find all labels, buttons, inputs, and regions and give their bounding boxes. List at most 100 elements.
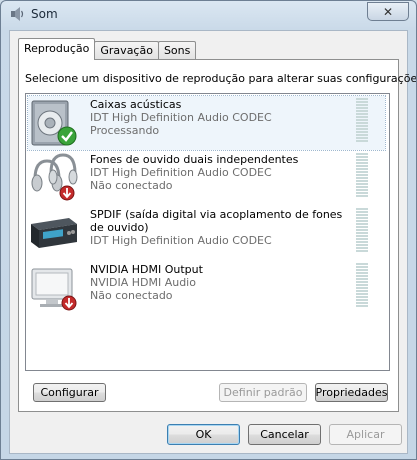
meter-segment bbox=[356, 211, 368, 213]
meter-segment bbox=[356, 162, 368, 164]
meter-segment bbox=[356, 137, 368, 139]
default-checkmark-icon bbox=[57, 126, 77, 146]
meter-segments bbox=[356, 263, 368, 307]
meter-segment bbox=[356, 223, 368, 225]
meter-segment bbox=[356, 272, 368, 274]
meter-segment bbox=[356, 214, 368, 216]
meter-segment bbox=[356, 186, 368, 188]
device-name: NVIDIA HDMI Output bbox=[90, 263, 203, 276]
device-status: Não conectado bbox=[90, 179, 173, 192]
tab-recording[interactable]: Gravação bbox=[94, 41, 159, 60]
device-driver: IDT High Definition Audio CODEC bbox=[90, 111, 272, 124]
device-item[interactable]: Fones de ouvido duais independentes IDT … bbox=[28, 151, 385, 205]
meter-segment bbox=[356, 101, 368, 103]
meter-segment bbox=[356, 235, 368, 237]
meter-segment bbox=[356, 159, 368, 161]
monitor-icon bbox=[31, 268, 77, 311]
meter-segment bbox=[356, 153, 368, 155]
volume-meter bbox=[355, 153, 369, 199]
tab-strip: Reprodução Gravação Sons bbox=[18, 38, 197, 60]
device-name: SPDIF (saída digital via acoplamento de … bbox=[90, 208, 343, 234]
device-name: Fones de ouvido duais independentes bbox=[90, 153, 299, 166]
device-item[interactable]: NVIDIA HDMI Output NVIDIA HDMI Audio Não… bbox=[28, 261, 385, 315]
dialog-client-area: Reprodução Gravação Sons Selecione um di… bbox=[9, 30, 416, 454]
playback-panel: Selecione um dispositivo de reprodução p… bbox=[18, 59, 416, 412]
device-name: Caixas acústicas bbox=[90, 98, 182, 111]
title-bar[interactable]: Som ✕ bbox=[1, 1, 416, 27]
meter-segment bbox=[356, 305, 368, 307]
speaker-icon bbox=[31, 100, 77, 146]
meter-segment bbox=[356, 131, 368, 133]
meter-segment bbox=[356, 107, 368, 109]
instruction-text: Selecione um dispositivo de reprodução p… bbox=[25, 72, 417, 85]
volume-meter bbox=[355, 263, 369, 309]
meter-segment bbox=[356, 177, 368, 179]
meter-segment bbox=[356, 116, 368, 118]
meter-segment bbox=[356, 171, 368, 173]
meter-segment bbox=[356, 217, 368, 219]
sound-dialog: Som ✕ Reprodução Gravação Sons Selecione… bbox=[0, 0, 417, 460]
playback-device-list[interactable]: Caixas acústicas IDT High Definition Aud… bbox=[25, 93, 390, 371]
meter-segment bbox=[356, 244, 368, 246]
meter-segment bbox=[356, 192, 368, 194]
meter-segment bbox=[356, 125, 368, 127]
disconnected-arrow-icon bbox=[61, 295, 77, 311]
meter-segment bbox=[356, 140, 368, 142]
meter-segment bbox=[356, 275, 368, 277]
volume-meter bbox=[355, 98, 369, 144]
volume-meter bbox=[355, 208, 369, 254]
meter-segment bbox=[356, 110, 368, 112]
meter-segment bbox=[356, 293, 368, 295]
meter-segment bbox=[356, 269, 368, 271]
meter-segment bbox=[356, 287, 368, 289]
meter-segments bbox=[356, 208, 368, 252]
meter-segment bbox=[356, 168, 368, 170]
meter-segment bbox=[356, 189, 368, 191]
meter-segment bbox=[356, 238, 368, 240]
meter-segment bbox=[356, 122, 368, 124]
apply-button[interactable]: Aplicar bbox=[329, 424, 402, 445]
device-status: Não conectado bbox=[90, 289, 173, 302]
meter-segment bbox=[356, 247, 368, 249]
set-default-button[interactable]: Definir padrão bbox=[219, 383, 307, 402]
close-button[interactable]: ✕ bbox=[367, 2, 409, 21]
meter-segment bbox=[356, 128, 368, 130]
meter-segment bbox=[356, 208, 368, 210]
ok-button[interactable]: OK bbox=[167, 424, 240, 445]
meter-segment bbox=[356, 183, 368, 185]
meter-segment bbox=[356, 263, 368, 265]
meter-segment bbox=[356, 165, 368, 167]
device-driver: IDT High Definition Audio CODEC bbox=[90, 234, 272, 247]
tab-sounds[interactable]: Sons bbox=[157, 41, 197, 60]
meter-segment bbox=[356, 119, 368, 121]
meter-segments bbox=[356, 153, 368, 197]
disconnected-arrow-icon bbox=[59, 185, 75, 201]
device-item[interactable]: Caixas acústicas IDT High Definition Aud… bbox=[27, 95, 386, 151]
properties-button[interactable]: Propriedades bbox=[315, 383, 388, 402]
meter-segment bbox=[356, 302, 368, 304]
meter-segment bbox=[356, 220, 368, 222]
meter-segment bbox=[356, 98, 368, 100]
meter-segment bbox=[356, 299, 368, 301]
meter-segment bbox=[356, 174, 368, 176]
meter-segment bbox=[356, 134, 368, 136]
device-item[interactable]: SPDIF (saída digital via acoplamento de … bbox=[28, 206, 385, 260]
meter-segment bbox=[356, 226, 368, 228]
meter-segment bbox=[356, 266, 368, 268]
device-status: Processando bbox=[90, 124, 160, 137]
meter-segment bbox=[356, 241, 368, 243]
meter-segment bbox=[356, 104, 368, 106]
meter-segment bbox=[356, 180, 368, 182]
cancel-button[interactable]: Cancelar bbox=[248, 424, 321, 445]
meter-segment bbox=[356, 113, 368, 115]
meter-segment bbox=[356, 281, 368, 283]
device-driver: NVIDIA HDMI Audio bbox=[90, 276, 196, 289]
meter-segment bbox=[356, 232, 368, 234]
meter-segment bbox=[356, 229, 368, 231]
speaker-title-icon bbox=[11, 7, 24, 21]
tab-playback[interactable]: Reprodução bbox=[18, 38, 96, 60]
configure-button[interactable]: Configurar bbox=[33, 383, 106, 402]
window-title: Som bbox=[31, 7, 58, 21]
meter-segment bbox=[356, 195, 368, 197]
close-icon: ✕ bbox=[382, 4, 394, 19]
